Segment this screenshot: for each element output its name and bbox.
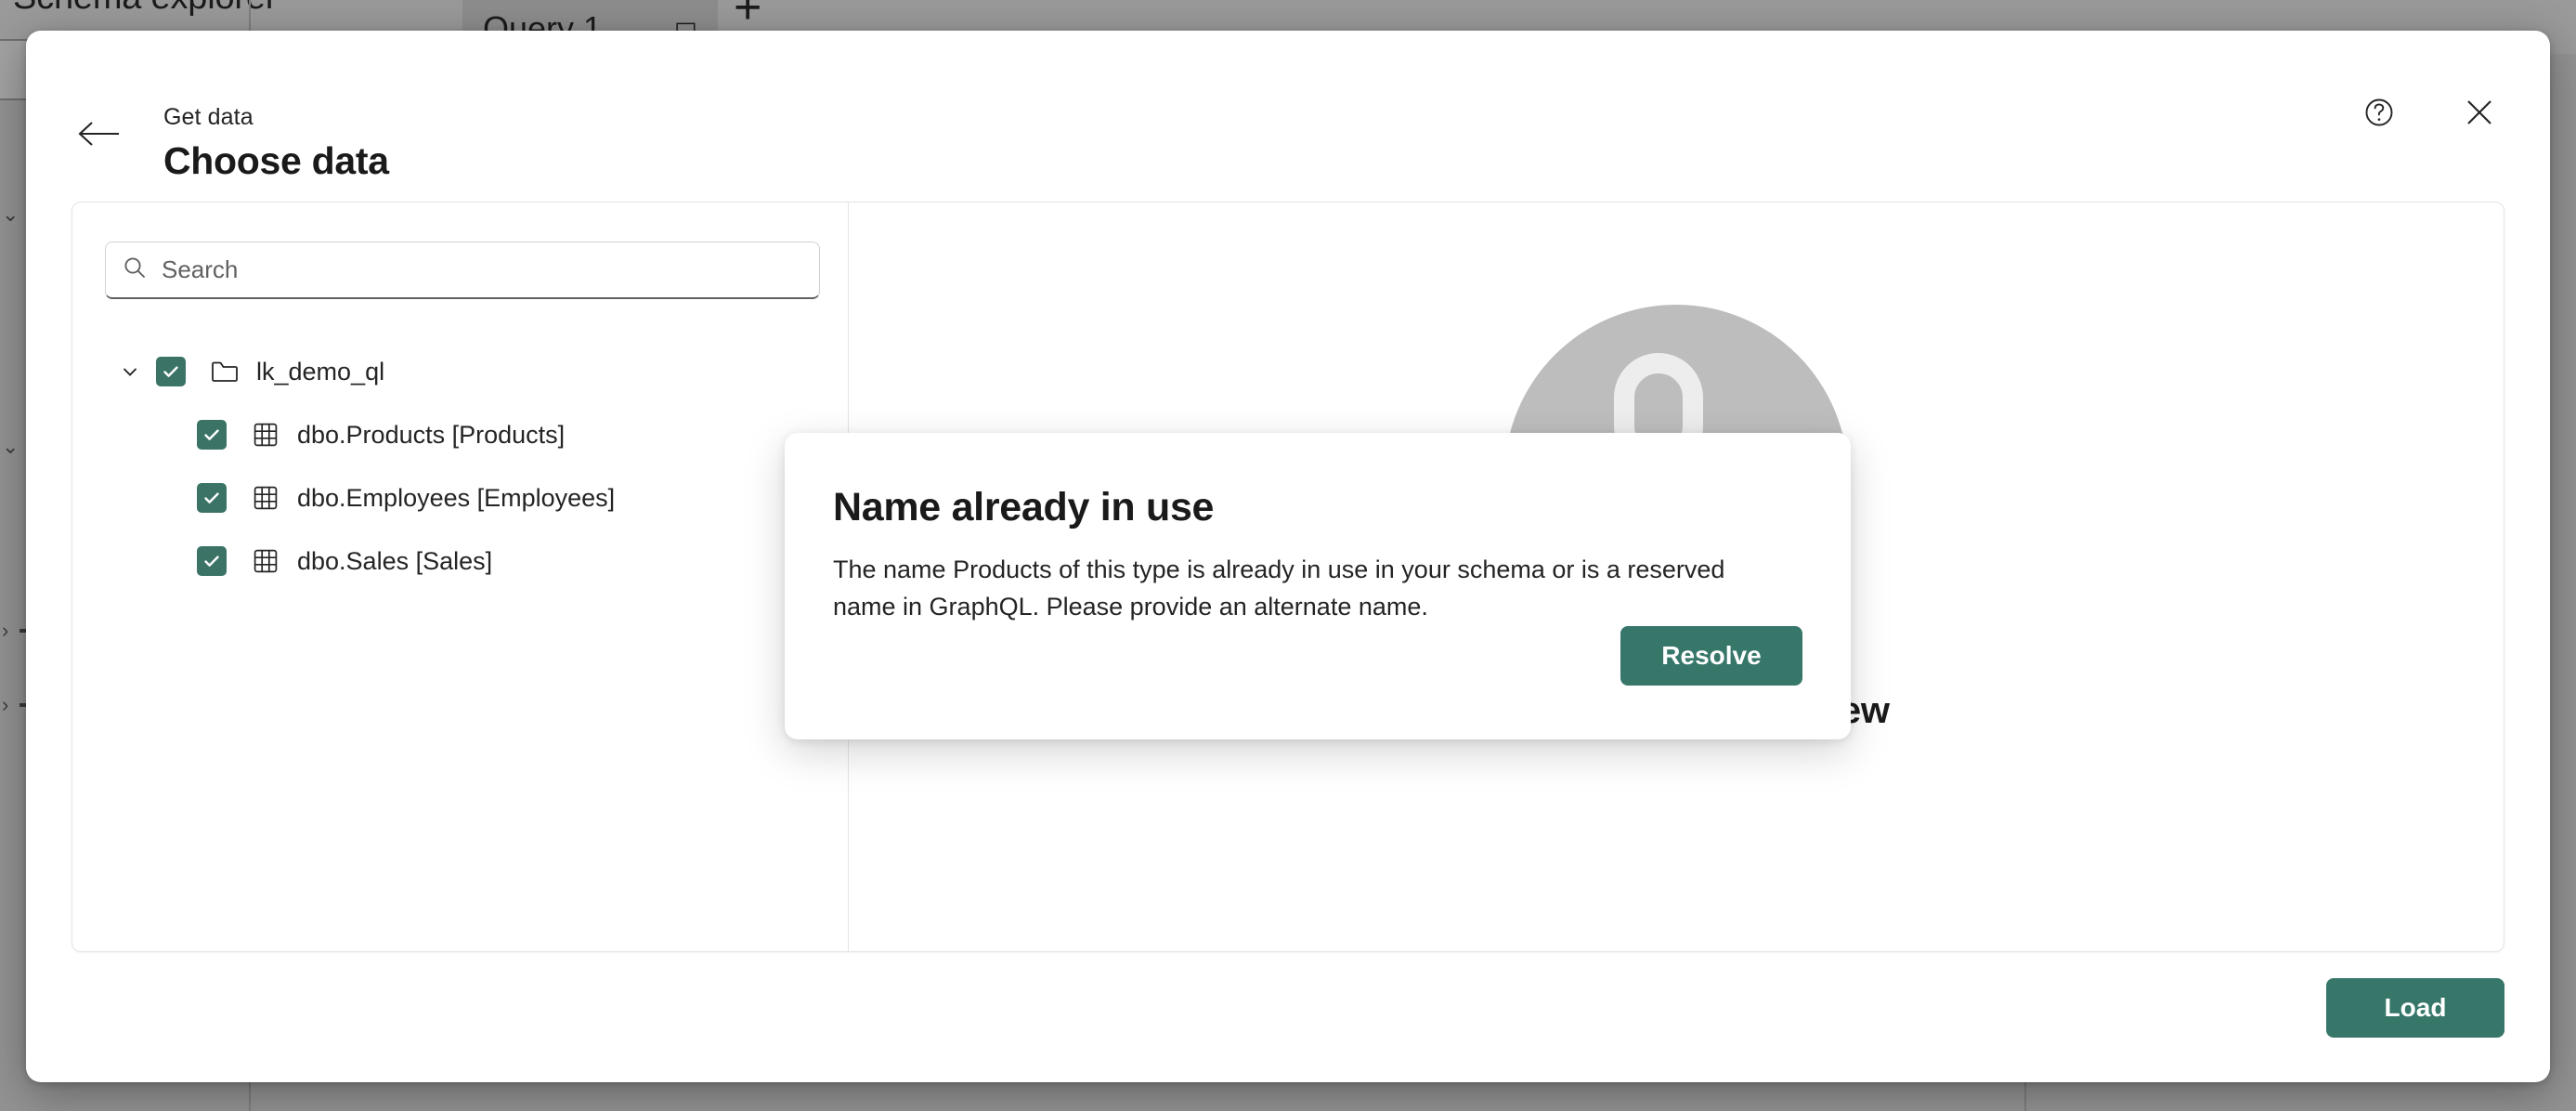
- header-actions: [2361, 94, 2498, 131]
- tree-node-label: dbo.Employees [Employees]: [297, 483, 616, 512]
- breadcrumb-get-data: Get data: [163, 104, 254, 130]
- arrow-left-icon[interactable]: [78, 120, 121, 148]
- tree-node-dbo-sales[interactable]: dbo.Sales [Sales]: [72, 529, 848, 593]
- name-already-in-use-dialog: Name already in use The name Products of…: [785, 433, 1851, 739]
- table-tree: lk_demo_ql dbo.Products [Products] dbo.E…: [72, 340, 848, 593]
- table-tree-pane: lk_demo_ql: [72, 203, 849, 951]
- alert-message: The name Products of this type is alread…: [833, 556, 1725, 621]
- tree-node-label: lk_demo_ql: [256, 357, 385, 386]
- choose-data-dialog: Get data Choose data Search lk_demo_ql d…: [26, 31, 2550, 1082]
- chevron-right-icon: ›: [2, 619, 9, 642]
- chevron-right-icon: ›: [2, 693, 9, 716]
- load-button[interactable]: Load: [2326, 978, 2504, 1038]
- tree-node-label: dbo.Products [Products]: [297, 420, 566, 449]
- dialog-footer: Load: [26, 952, 2550, 1082]
- tree-node-lk-demo-ql[interactable]: lk_demo_ql: [72, 340, 848, 403]
- plus-icon[interactable]: +: [734, 0, 761, 32]
- tree-node-label: dbo.Sales [Sales]: [297, 546, 493, 575]
- alert-actions: Resolve: [1620, 626, 1802, 686]
- page-title: Choose data: [163, 139, 389, 182]
- search-input[interactable]: [162, 255, 802, 284]
- alert-title: Name already in use: [833, 485, 1215, 529]
- folder-icon: [201, 359, 249, 384]
- dialog-header: Get data Choose data: [26, 31, 2550, 182]
- checkbox-dbo-sales[interactable]: [197, 546, 227, 576]
- close-icon[interactable]: [2461, 94, 2498, 131]
- table-icon: [241, 485, 290, 511]
- tree-node-dbo-employees[interactable]: dbo.Employees [Employees]: [72, 466, 848, 529]
- table-icon: [241, 548, 290, 574]
- background-panel-title: Schema explorer: [13, 0, 277, 18]
- checkbox-lk-demo-ql[interactable]: [156, 357, 186, 386]
- resolve-button[interactable]: Resolve: [1620, 626, 1802, 686]
- table-icon: [241, 422, 290, 448]
- chevron-down-icon: ⌄: [2, 203, 20, 226]
- help-circle-icon[interactable]: [2361, 94, 2398, 131]
- checkbox-dbo-products[interactable]: [197, 420, 227, 450]
- chevron-down-icon: ⌄: [2, 435, 20, 458]
- checkbox-dbo-employees[interactable]: [197, 483, 227, 513]
- title-block: Get data Choose data: [163, 103, 389, 183]
- search-box[interactable]: [105, 242, 820, 299]
- search-icon: [123, 255, 147, 284]
- tree-node-dbo-products[interactable]: dbo.Products [Products]: [72, 403, 848, 466]
- chevron-down-icon[interactable]: [110, 361, 150, 382]
